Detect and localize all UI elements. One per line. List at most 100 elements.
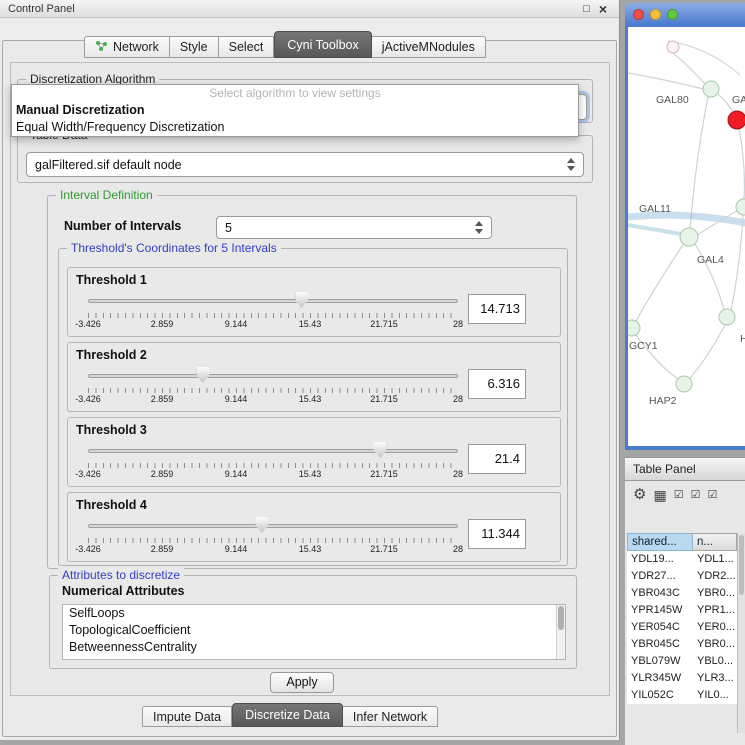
table-cell[interactable]: YBL0...: [693, 653, 737, 670]
network-node[interactable]: [703, 81, 719, 97]
network-node[interactable]: [680, 228, 698, 246]
table-cell[interactable]: YBL079W: [627, 653, 693, 670]
threshold-2-slider[interactable]: -3.4262.8599.14415.4321.71528: [88, 367, 458, 407]
network-node[interactable]: [667, 41, 679, 53]
slider-ticks: [88, 313, 458, 318]
slider-thumb[interactable]: [374, 442, 387, 458]
slider-thumb[interactable]: [255, 517, 268, 533]
gear-icon[interactable]: ⚙: [633, 485, 646, 505]
table-cell[interactable]: YDL1...: [693, 551, 737, 568]
window-title: Control Panel: [8, 3, 75, 15]
list-item[interactable]: BetweennessCentrality: [63, 639, 565, 656]
apply-button[interactable]: Apply: [270, 672, 334, 693]
threshold-value-field[interactable]: 14.713: [468, 294, 526, 324]
network-node[interactable]: [728, 111, 745, 129]
tab-select[interactable]: Select: [219, 36, 275, 58]
table-cell[interactable]: YPR145W: [627, 602, 693, 619]
table-cell[interactable]: YLR3...: [693, 670, 737, 687]
table-row[interactable]: YPR145WYPR1...: [627, 602, 737, 619]
network-node[interactable]: [719, 309, 735, 325]
tab-network[interactable]: Network: [84, 36, 170, 58]
close-traffic-light-icon[interactable]: [633, 9, 644, 20]
table-cell[interactable]: YIL0...: [693, 687, 737, 704]
table-cell[interactable]: YPR1...: [693, 602, 737, 619]
tick-label: 9.144: [225, 469, 248, 479]
table-row[interactable]: YBL079WYBL0...: [627, 653, 737, 670]
table-cell[interactable]: YDR27...: [627, 568, 693, 585]
threshold-label: Threshold 4: [76, 498, 147, 512]
table-row[interactable]: YBR045CYBR0...: [627, 636, 737, 653]
table-row[interactable]: YLR345WYLR3...: [627, 670, 737, 687]
scrollbar-thumb[interactable]: [558, 606, 564, 630]
numerical-attributes-list[interactable]: SelfLoopsTopologicalCoefficientBetweenne…: [62, 604, 566, 660]
tab-infer-network[interactable]: Infer Network: [343, 706, 438, 727]
tick-label: 2.859: [151, 469, 174, 479]
network-canvas[interactable]: GAL80GAGAL11GAL4GCY1HAP2H: [628, 27, 745, 446]
tab-label: Infer Network: [353, 710, 427, 724]
list-item[interactable]: TopologicalCoefficient: [63, 622, 565, 639]
table-row[interactable]: YDR27...YDR2...: [627, 568, 737, 585]
dropdown-option-manual-discretization[interactable]: Manual Discretization: [12, 102, 578, 119]
zoom-traffic-light-icon[interactable]: [667, 9, 678, 20]
slider-thumb[interactable]: [196, 367, 209, 383]
network-window-titlebar[interactable]: [625, 3, 745, 25]
threshold-1-slider[interactable]: -3.4262.8599.14415.4321.71528: [88, 292, 458, 332]
tick-label: 15.43: [299, 544, 322, 554]
table-cell[interactable]: YBR0...: [693, 636, 737, 653]
threshold-value-field[interactable]: 11.344: [468, 519, 526, 549]
tab-discretize-data[interactable]: Discretize Data: [232, 703, 343, 727]
threshold-label: Threshold 1: [76, 273, 147, 287]
table-cell[interactable]: YBR045C: [627, 636, 693, 653]
column-header-name[interactable]: n...: [693, 533, 737, 551]
slider-track[interactable]: [88, 449, 458, 453]
threshold-3-slider[interactable]: -3.4262.8599.14415.4321.71528: [88, 442, 458, 482]
slider-track[interactable]: [88, 374, 458, 378]
network-node[interactable]: [736, 199, 745, 215]
stepper-icon: [563, 158, 579, 171]
tab-jactivemnodules[interactable]: jActiveMNodules: [372, 36, 486, 58]
table-cell[interactable]: YDL19...: [627, 551, 693, 568]
table-cell[interactable]: YBR043C: [627, 585, 693, 602]
network-node[interactable]: [676, 376, 692, 392]
list-scrollbar[interactable]: [556, 605, 565, 659]
slider-track[interactable]: [88, 299, 458, 303]
tab-impute-data[interactable]: Impute Data: [142, 706, 232, 727]
table-cell[interactable]: YER0...: [693, 619, 737, 636]
scrollbar-thumb[interactable]: [739, 535, 744, 595]
threshold-value-field[interactable]: 21.4: [468, 444, 526, 474]
list-item[interactable]: SelfLoops: [63, 605, 565, 622]
float-window-icon[interactable]: □: [583, 3, 590, 15]
threshold-4-slider[interactable]: -3.4262.8599.14415.4321.71528: [88, 517, 458, 557]
number-of-intervals-select[interactable]: 5: [216, 216, 492, 239]
column-header-shared-name[interactable]: shared...: [627, 533, 693, 551]
threshold-value-field[interactable]: 6.316: [468, 369, 526, 399]
select-checkbox-icon[interactable]: ☑: [691, 485, 701, 505]
tick-label: 21.715: [370, 469, 398, 479]
network-node[interactable]: [628, 320, 640, 336]
dropdown-placeholder-option[interactable]: Select algorithm to view settings: [12, 85, 578, 102]
table-cell[interactable]: YDR2...: [693, 568, 737, 585]
minimize-traffic-light-icon[interactable]: [650, 9, 661, 20]
table-cell[interactable]: YBR0...: [693, 585, 737, 602]
slider-thumb[interactable]: [295, 292, 308, 308]
table-data-select[interactable]: galFiltered.sif default node: [26, 152, 584, 177]
tab-cyni-toolbox[interactable]: Cyni Toolbox: [274, 31, 371, 58]
table-row[interactable]: YDL19...YDL1...: [627, 551, 737, 568]
threshold-4-panel: Threshold 4 -3.4262.8599.14415.4321.7152…: [67, 492, 561, 562]
table-row[interactable]: YBR043CYBR0...: [627, 585, 737, 602]
table-cell[interactable]: YER054C: [627, 619, 693, 636]
network-canvas-svg[interactable]: GAL80GAGAL11GAL4GCY1HAP2H: [628, 27, 745, 446]
close-icon[interactable]: ×: [599, 1, 607, 17]
filter-checkbox-icon[interactable]: ☑: [707, 485, 717, 505]
columns-icon[interactable]: ▦: [653, 485, 666, 505]
dropdown-option-equal-width-frequency[interactable]: Equal Width/Frequency Discretization: [12, 119, 578, 136]
table-cell[interactable]: YIL052C: [627, 687, 693, 704]
table-row[interactable]: YER054CYER0...: [627, 619, 737, 636]
table-row[interactable]: YIL052CYIL0...: [627, 687, 737, 704]
table-cell[interactable]: YLR345W: [627, 670, 693, 687]
table-panel-header[interactable]: Table Panel: [625, 457, 745, 481]
tab-style[interactable]: Style: [170, 36, 219, 58]
select-all-checkbox-icon[interactable]: ☑: [674, 485, 684, 505]
table-scrollbar[interactable]: [737, 533, 745, 733]
slider-track[interactable]: [88, 524, 458, 528]
